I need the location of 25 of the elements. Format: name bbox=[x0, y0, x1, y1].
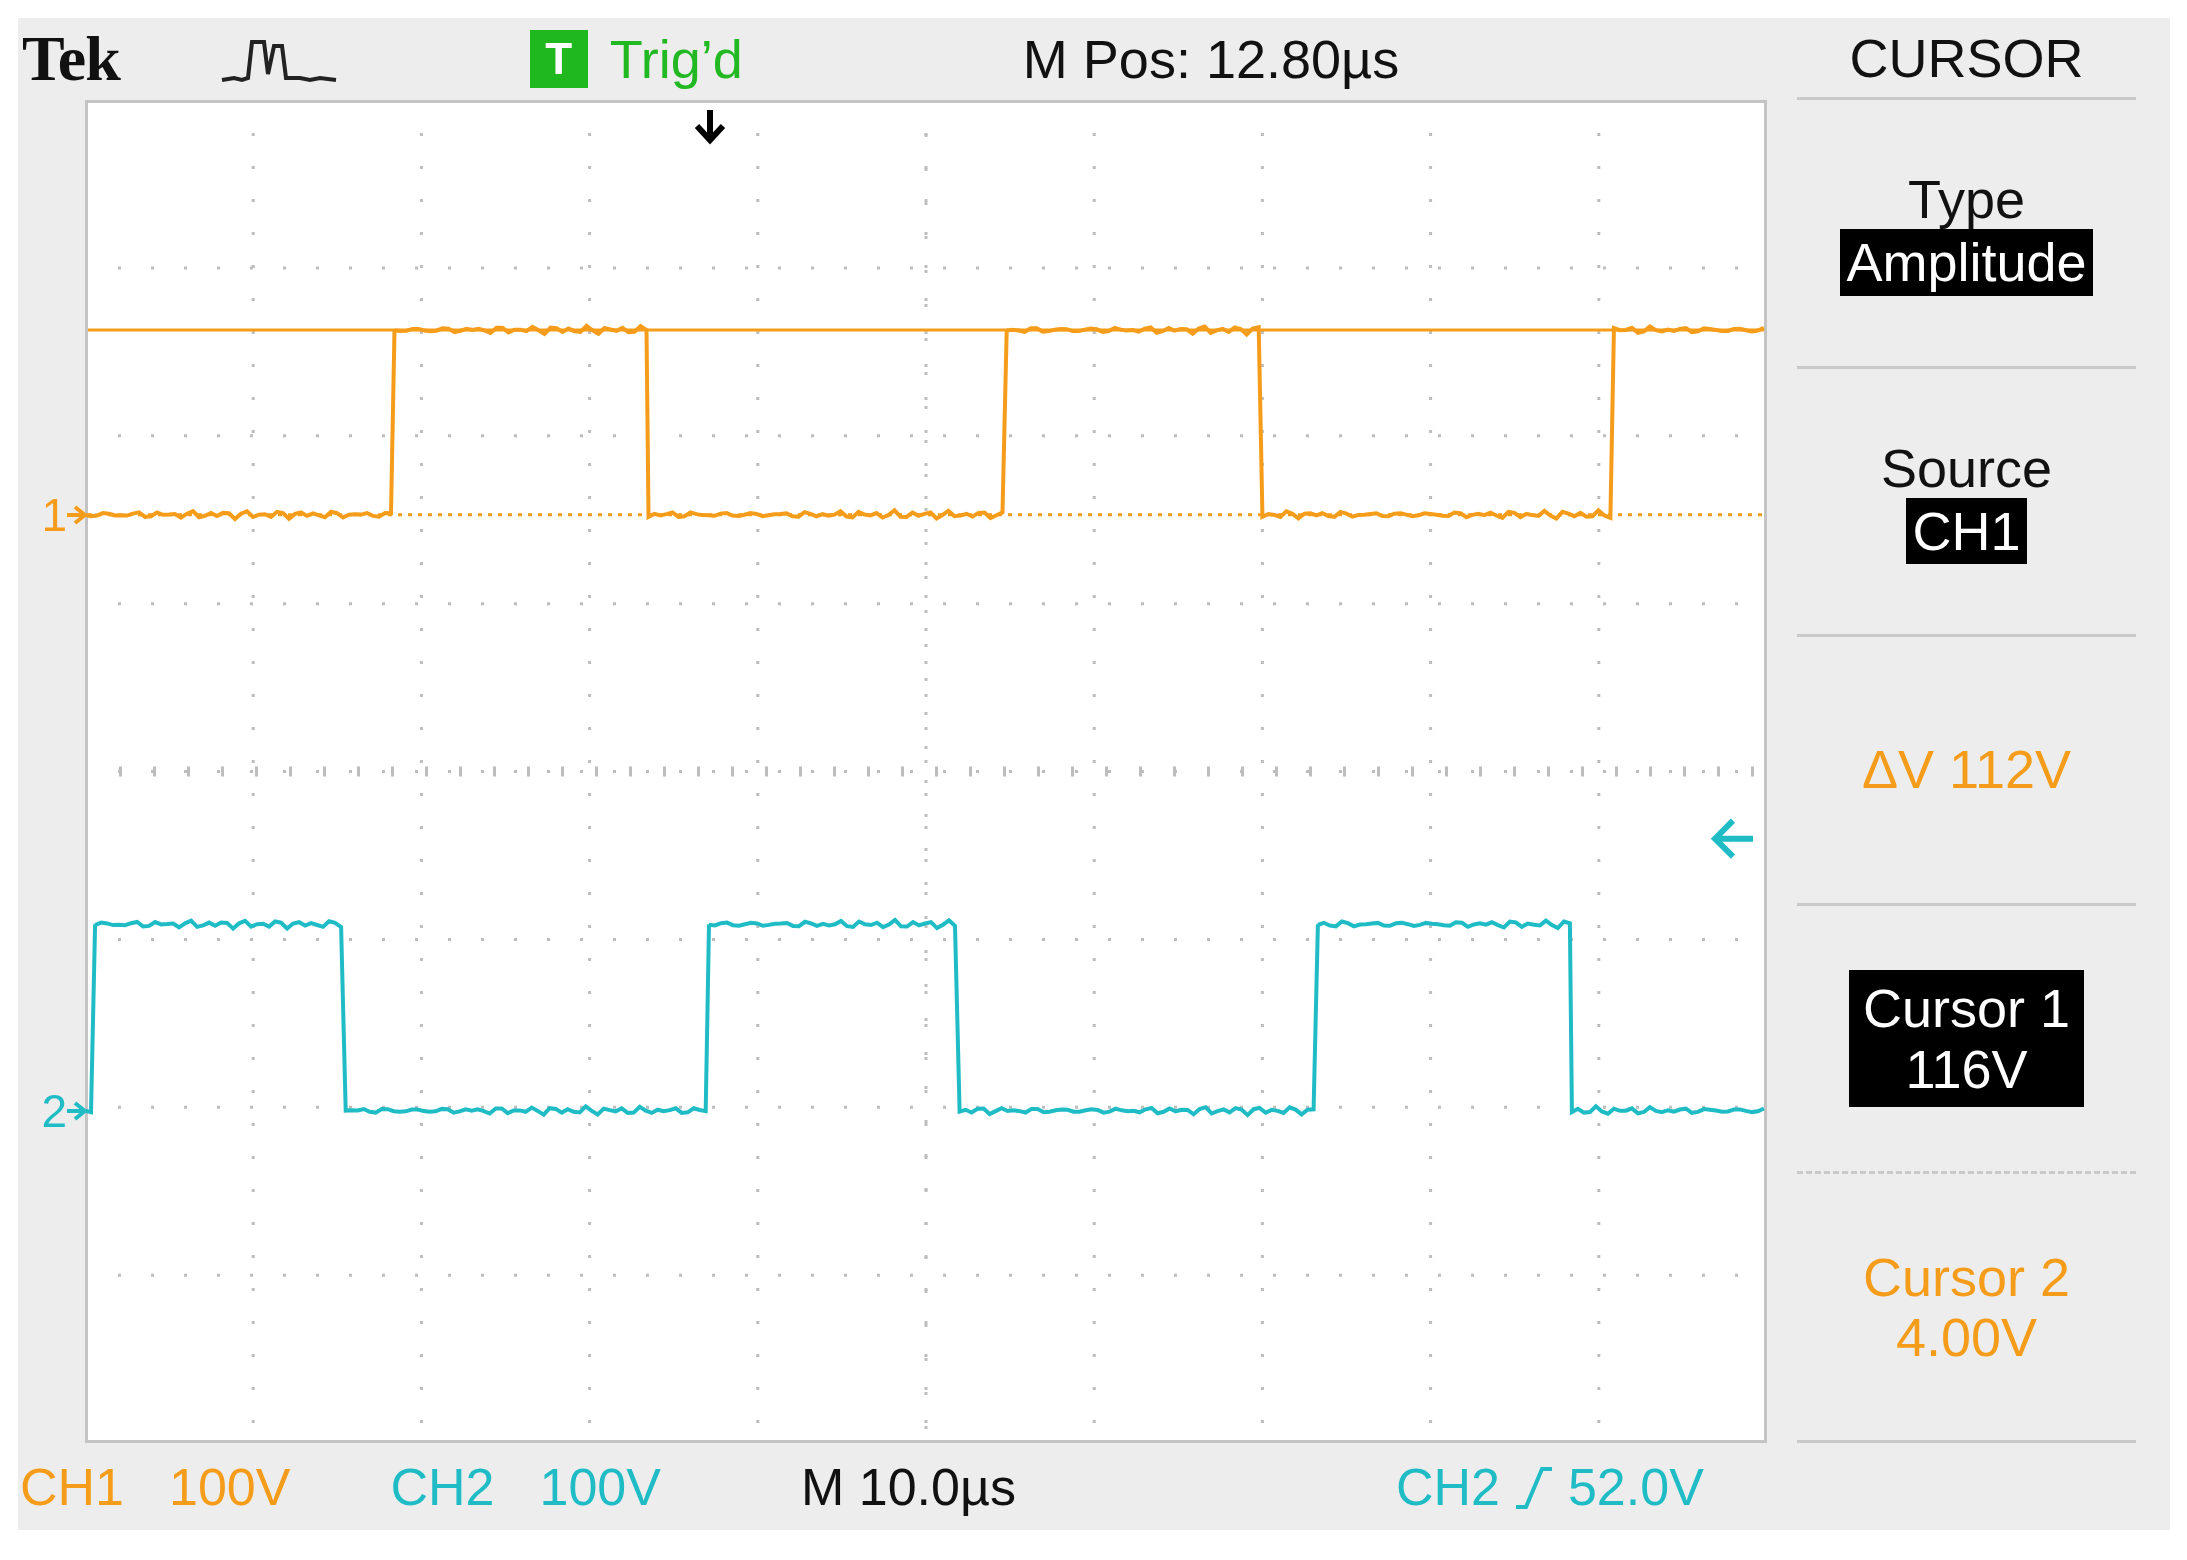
arrow-icon bbox=[67, 1099, 85, 1122]
trigger-status: Trig’d bbox=[609, 28, 743, 90]
menu-value[interactable]: CH1 bbox=[1906, 498, 2027, 565]
menu-title: CURSOR bbox=[1797, 18, 2136, 100]
arrow-icon bbox=[67, 503, 85, 526]
cursor-option[interactable]: Cursor 1 116V bbox=[1848, 970, 2085, 1108]
channel-marker: 1 bbox=[41, 487, 67, 542]
channel-name: CH1 bbox=[20, 1456, 125, 1517]
menu-value[interactable]: Amplitude bbox=[1840, 229, 2093, 296]
channel-marker: 2 bbox=[41, 1083, 67, 1138]
channel-name: CH2 bbox=[390, 1456, 495, 1517]
menu-label: Type bbox=[1907, 170, 2026, 230]
volts-per-division: 100V bbox=[539, 1456, 661, 1517]
volts-per-division: 100V bbox=[169, 1456, 291, 1517]
delta-readout: ΔV 112V bbox=[1861, 740, 2072, 800]
trigger-level-icon bbox=[1710, 817, 1756, 860]
trigger-position-icon bbox=[694, 107, 726, 145]
horizontal-position: M Pos: 12.80µs bbox=[1022, 28, 1400, 90]
trigger-source: CH2 bbox=[1395, 1456, 1500, 1517]
rising-edge-icon bbox=[1513, 1464, 1554, 1509]
trigger-level: 52.0V bbox=[1567, 1456, 1704, 1517]
trigger-badge: T bbox=[529, 30, 588, 88]
brand-logo: Tek bbox=[22, 22, 120, 96]
timebase: M 10.0µs bbox=[800, 1456, 1016, 1517]
menu-label: Source bbox=[1880, 438, 2053, 499]
